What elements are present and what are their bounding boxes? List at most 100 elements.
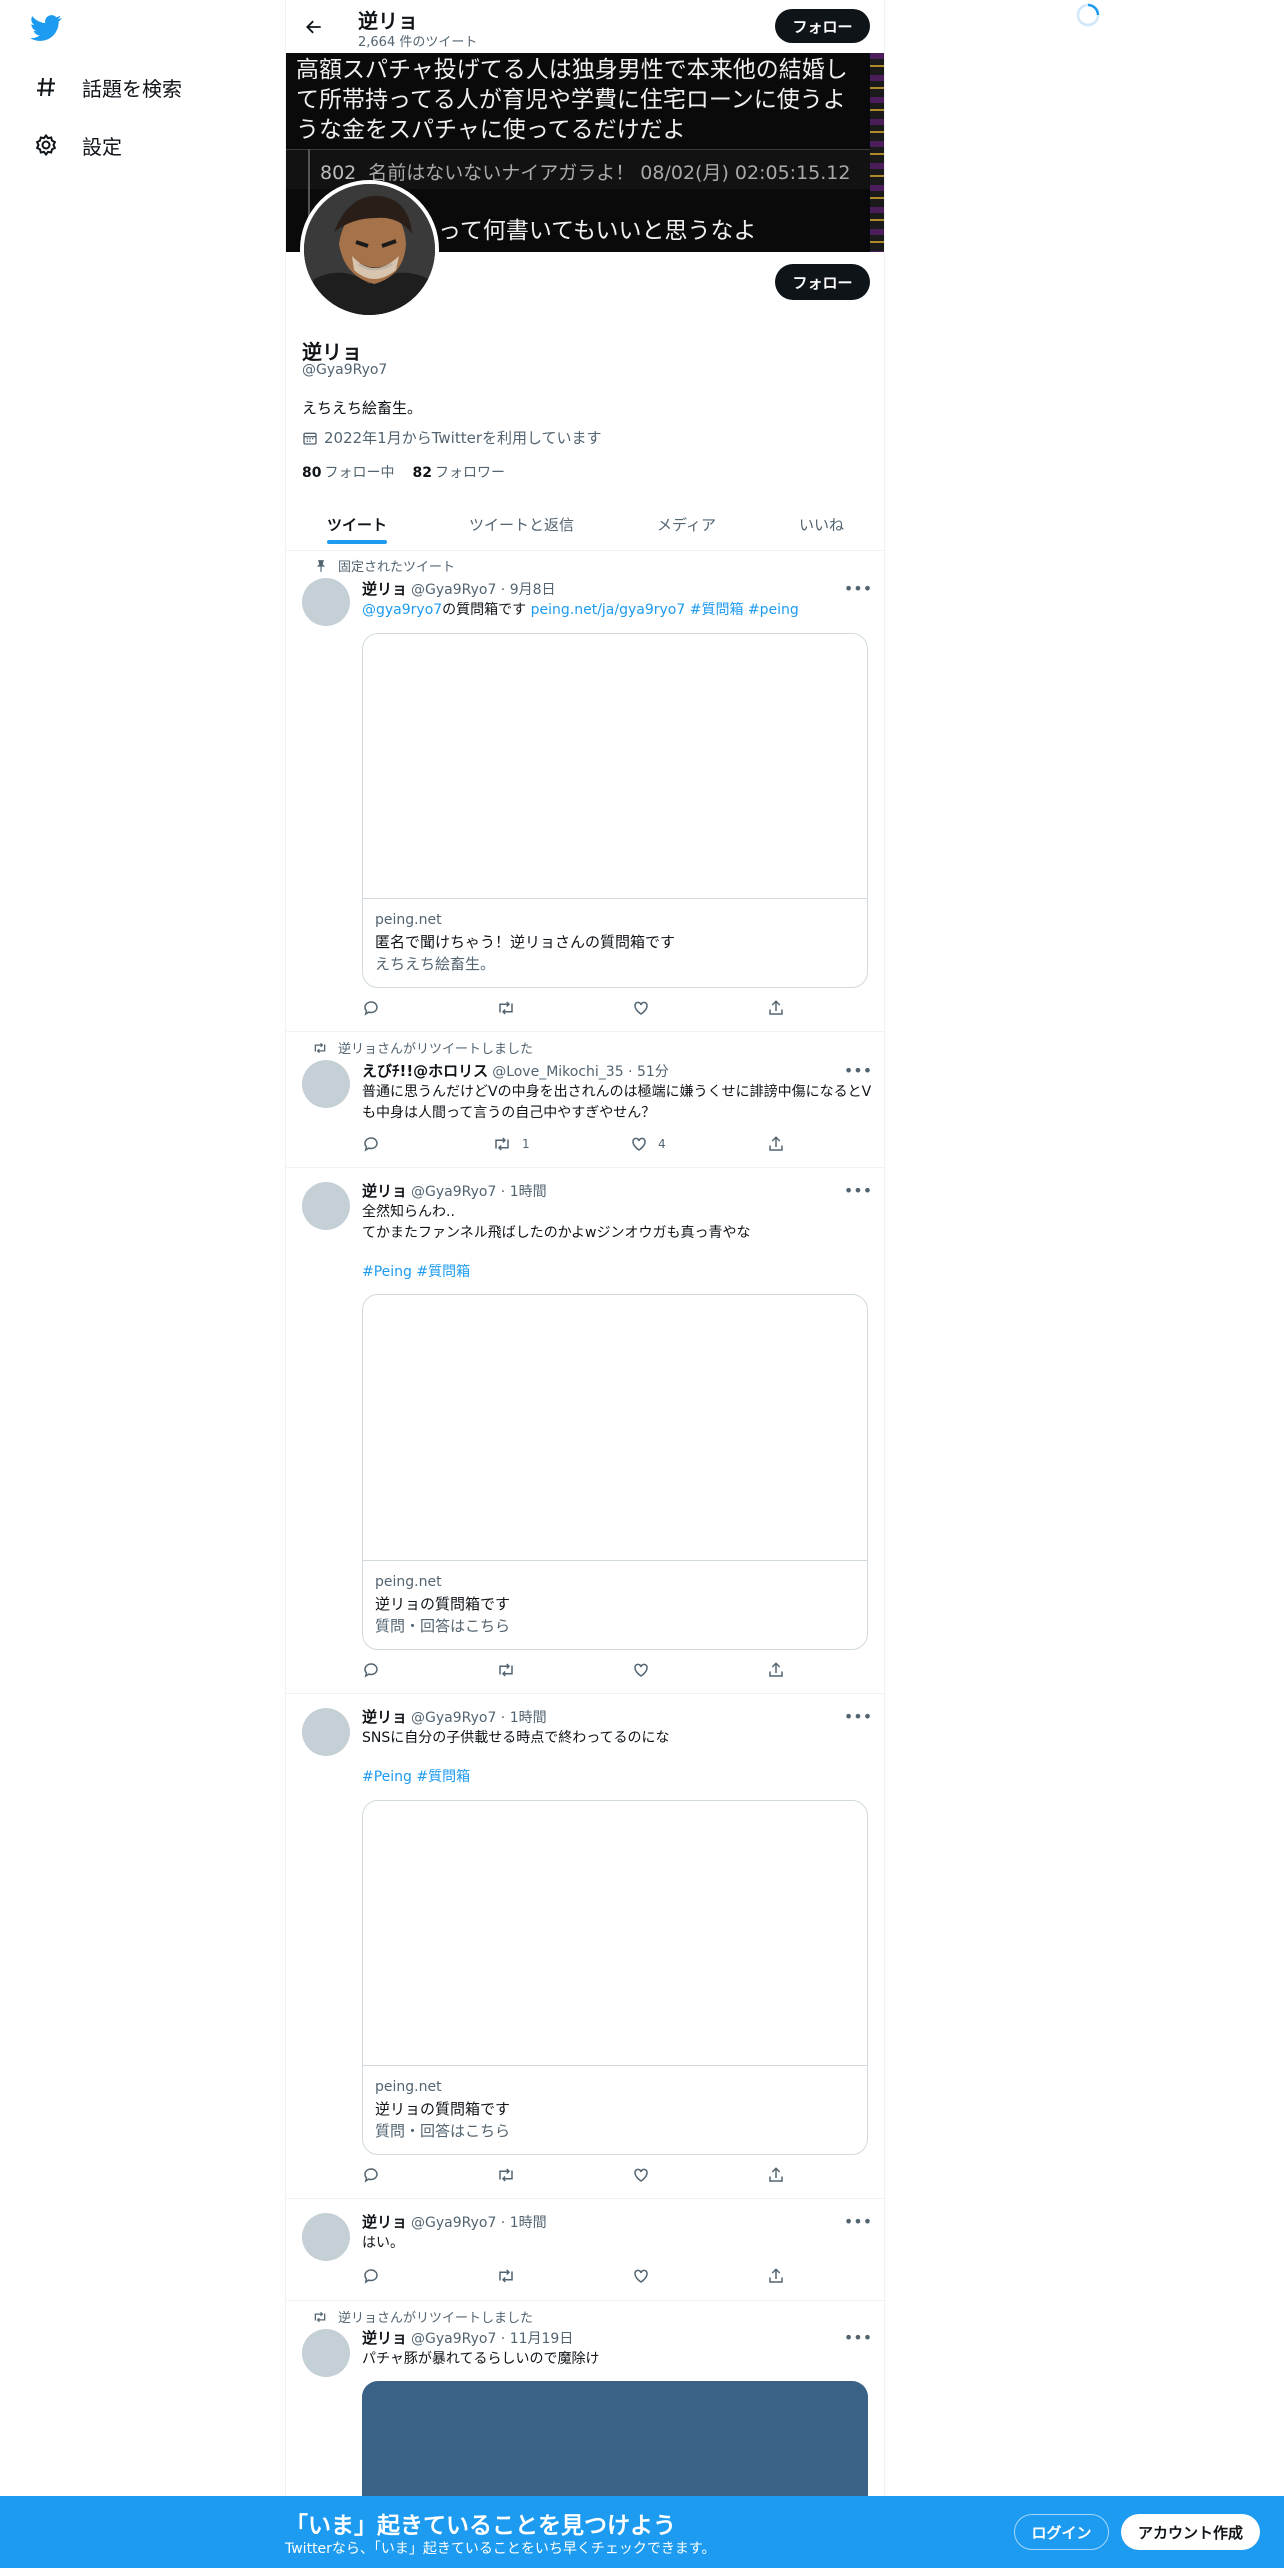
hashtag-links[interactable]: #Peing #質問箱 [362, 1262, 872, 1283]
banner-text: 高額スパチャ投げてる人は独身男性で本来他の結婚して所帯持ってる人が育児や学費に住… [296, 57, 848, 143]
retweet-count: 1 [522, 1137, 530, 1151]
retweet-icon[interactable] [496, 999, 516, 1017]
tweet-actions [362, 2166, 802, 2186]
avatar[interactable] [302, 1182, 350, 1230]
reply-icon[interactable] [362, 1661, 380, 1679]
retweet-icon[interactable] [496, 2267, 516, 2285]
more-icon[interactable]: ••• [844, 2327, 872, 2347]
tab-tweets-and-replies[interactable]: ツイートと返信 [469, 498, 574, 551]
card-domain: peing.net [375, 2079, 442, 2095]
login-button[interactable]: ログイン [1014, 2514, 1109, 2550]
profile-follow-stats: 80 フォロー中 82 フォロワー [302, 462, 505, 482]
avatar[interactable] [302, 578, 350, 626]
following-label[interactable]: フォロー中 [324, 465, 394, 481]
tweet-meta: @Love_Mikochi_35 · 51分 [492, 1064, 669, 1080]
nav-explore[interactable]: 話題を検索 [32, 67, 182, 107]
tweet-item[interactable]: 逆リョ @Gya9Ryo7 · 1時間 ••• 全然知らんわ.. てかまたファンネ… [286, 1168, 884, 1694]
tweet-item[interactable]: 逆リョ @Gya9Ryo7 · 1時間 ••• SNSに自分の子供載せる時点で終わ… [286, 1694, 884, 2199]
tweet-retweeted[interactable]: 逆リョさんがリツイートしました 逆リョ @Gya9Ryo7 · 11月19日 ••… [286, 2301, 884, 2541]
banner-meta-rest: 名前はないないナイアガラよ！ 08/02(月) 02:05:15.12 [368, 162, 851, 184]
hashtag-links[interactable]: #Peing #質問箱 [362, 1767, 872, 1788]
tweet-author[interactable]: 逆リョ [362, 2213, 407, 2231]
like-icon[interactable] [632, 1661, 650, 1679]
card-description: 質問・回答はこちら [375, 1617, 511, 1635]
signup-button[interactable]: アカウント作成 [1121, 2514, 1260, 2550]
nav-settings[interactable]: 設定 [32, 125, 122, 165]
banner-tail-text: って何書いてもいいと思うなよ [438, 218, 757, 244]
tweet-pinned[interactable]: 固定されたツイート 逆リョ @Gya9Ryo7 · 9月8日 ••• @gya9r… [286, 552, 884, 1032]
share-icon[interactable] [767, 2267, 785, 2285]
twitter-bird-icon[interactable] [30, 12, 66, 48]
back-arrow-icon[interactable] [300, 13, 328, 41]
card-title: 逆リョの質問箱です [375, 1595, 511, 1613]
tweet-text: はい。 [362, 2235, 404, 2251]
tweet-meta: @Gya9Ryo7 · 1時間 [411, 2215, 547, 2231]
like-button[interactable]: 4 [630, 1135, 666, 1153]
url-link[interactable]: peing.net/ja/gya9ryo7 [531, 602, 686, 618]
more-icon[interactable]: ••• [844, 578, 872, 598]
tweet-item[interactable]: 逆リョ @Gya9Ryo7 · 1時間 ••• はい。 [286, 2199, 884, 2301]
tweet-author[interactable]: 逆リョ [362, 580, 407, 598]
hashtag-links[interactable]: #質問箱 #peing [690, 602, 799, 618]
share-icon[interactable] [767, 1661, 785, 1679]
tweet-actions [362, 2267, 802, 2287]
share-icon[interactable] [767, 999, 785, 1017]
reply-icon[interactable] [362, 1135, 380, 1153]
avatar[interactable] [302, 2329, 350, 2377]
tweet-header: 逆リョ @Gya9Ryo7 · 11月19日 [362, 2327, 573, 2348]
link-card[interactable]: peing.net 逆リョの質問箱です 質問・回答はこちら [362, 1294, 868, 1650]
tweet-text-line2: てかまたファンネル飛ばしたのかよwジンオウガも真っ青やな [362, 1225, 751, 1241]
tweet-context: 逆リョさんがリツイートしました [312, 2307, 533, 2326]
retweet-button[interactable]: 1 [492, 1135, 530, 1153]
like-icon[interactable] [632, 2267, 650, 2285]
reply-icon[interactable] [362, 999, 380, 1017]
following-count[interactable]: 80 [302, 465, 321, 481]
tweet-retweeted[interactable]: 逆リョさんがリツイートしました えびﾁ!!@ホロリス @Love_Mikochi_… [286, 1032, 884, 1168]
tweet-author[interactable]: 逆リョ [362, 1708, 407, 1726]
share-icon[interactable] [767, 2166, 785, 2184]
tweet-author[interactable]: 逆リョ [362, 2329, 407, 2347]
more-icon[interactable]: ••• [844, 1706, 872, 1726]
tweet-text: 普通に思うんだけどVの中身を出されんのは極端に嫌うくせに誹謗中傷になるとVも中身… [362, 1084, 872, 1121]
profile-follow-button[interactable]: フォロー [775, 264, 870, 300]
share-icon[interactable] [767, 1135, 785, 1153]
card-body: peing.net 逆リョの質問箱です 質問・回答はこちら [363, 1561, 867, 1647]
avatar[interactable] [302, 1708, 350, 1756]
followers-label[interactable]: フォロワー [435, 465, 505, 481]
card-domain: peing.net [375, 1574, 442, 1590]
retweet-icon[interactable] [496, 1661, 516, 1679]
tweet-author[interactable]: えびﾁ!!@ホロリス [362, 1062, 488, 1080]
tweet-text: SNSに自分の子供載せる時点で終わってるのにな [362, 1730, 670, 1746]
avatar[interactable] [302, 1060, 350, 1108]
profile-avatar[interactable] [300, 180, 439, 319]
like-icon[interactable] [632, 999, 650, 1017]
header-name: 逆リョ [358, 9, 418, 33]
like-icon[interactable] [632, 2166, 650, 2184]
profile-handle: @Gya9Ryo7 [302, 362, 388, 378]
followers-count[interactable]: 82 [412, 465, 431, 481]
more-icon[interactable]: ••• [844, 1180, 872, 1200]
tab-media[interactable]: メディア [657, 498, 716, 551]
tweet-header: えびﾁ!!@ホロリス @Love_Mikochi_35 · 51分 [362, 1060, 669, 1081]
link-card[interactable]: peing.net 逆リョの質問箱です 質問・回答はこちら [362, 1800, 868, 2155]
tab-likes[interactable]: いいね [799, 498, 844, 551]
mention-link[interactable]: @gya9ryo7 [362, 602, 442, 618]
retweet-icon[interactable] [496, 2166, 516, 2184]
reply-icon[interactable] [362, 2166, 380, 2184]
tweet-text: 全然知らんわ.. てかまたファンネル飛ばしたのかよwジンオウガも真っ青やな [362, 1202, 872, 1244]
more-icon[interactable]: ••• [844, 1060, 872, 1080]
header-follow-button[interactable]: フォロー [775, 9, 870, 43]
avatar[interactable] [302, 2213, 350, 2261]
tweet-author[interactable]: 逆リョ [362, 1182, 407, 1200]
more-icon[interactable]: ••• [844, 2211, 872, 2231]
tweet-header: 逆リョ @Gya9Ryo7 · 1時間 [362, 1706, 547, 1727]
link-card[interactable]: peing.net 匿名で聞けちゃう！逆リョさんの質問箱です えちえち絵畜生。 [362, 633, 868, 988]
tweet-context-text: 固定されたツイート [338, 560, 456, 575]
like-count: 4 [658, 1137, 666, 1151]
tweet-meta: @Gya9Ryo7 · 1時間 [411, 1710, 547, 1726]
banner-meta-num: 802 [320, 162, 357, 184]
tweet-actions [362, 1661, 802, 1681]
tweet-header: 逆リョ @Gya9Ryo7 · 9月8日 [362, 578, 556, 599]
reply-icon[interactable] [362, 2267, 380, 2285]
card-description: えちえち絵畜生。 [375, 955, 496, 973]
